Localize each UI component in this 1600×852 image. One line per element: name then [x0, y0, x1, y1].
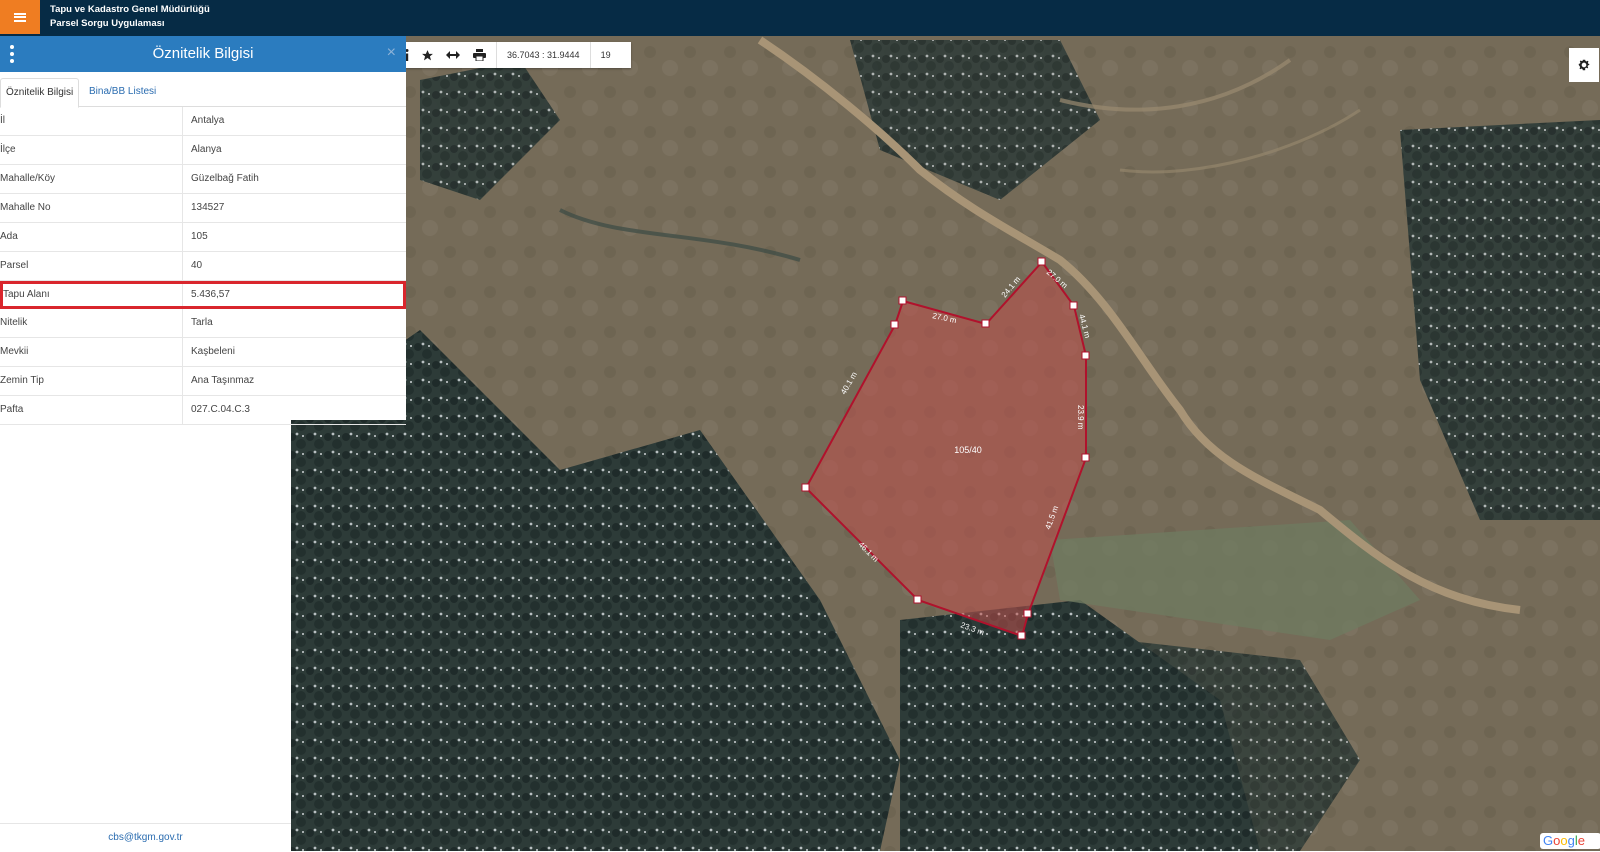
table-row: İl Antalya [0, 107, 406, 136]
row-key: Tapu Alanı [3, 289, 50, 300]
menu-button[interactable] [0, 0, 40, 34]
zoom-level: 19 [600, 50, 611, 60]
table-row: Mahalle/Köy Güzelbağ Fatih [0, 165, 406, 194]
table-row: Mahalle No 134527 [0, 194, 406, 223]
table-row: Pafta 027.C.04.C.3 [0, 396, 406, 425]
parcel-label: 105/40 [954, 445, 982, 455]
coordinate-readout: 36.7043 : 31.9444 [496, 42, 591, 68]
row-key: Mahalle/Köy [0, 173, 56, 184]
row-key: Nitelik [0, 317, 28, 328]
row-value: Ana Taşınmaz [182, 367, 254, 395]
panel-title: Öznitelik Bilgisi [152, 45, 254, 62]
row-value: 5.436,57 [182, 284, 230, 306]
print-button[interactable] [466, 42, 492, 68]
row-key: Mevkii [0, 346, 29, 357]
row-key: İlçe [0, 144, 16, 155]
row-value: 105 [182, 223, 208, 251]
row-key: Ada [0, 231, 18, 242]
row-key: Zemin Tip [0, 375, 44, 386]
edge-label: 23.9 m [1076, 405, 1085, 430]
gear-icon [1578, 59, 1590, 71]
table-row: İlçe Alanya [0, 136, 406, 165]
table-row: Mevkii Kaşbeleni [0, 338, 406, 367]
printer-icon [472, 49, 486, 61]
row-value: 027.C.04.C.3 [182, 396, 250, 424]
bookmark-button[interactable] [414, 42, 440, 68]
google-attribution: Google [1540, 833, 1600, 849]
row-key: İl [0, 115, 5, 126]
app-title-line2: Parsel Sorgu Uygulaması [50, 18, 165, 29]
hamburger-icon [14, 12, 26, 22]
row-value: Tarla [182, 309, 213, 337]
table-row: Nitelik Tarla [0, 309, 406, 338]
row-key: Parsel [0, 260, 29, 271]
row-value: Güzelbağ Fatih [182, 165, 259, 193]
settings-button[interactable] [1569, 48, 1599, 82]
app-title: Tapu ve Kadastro Genel Müdürlüğü Parsel … [50, 3, 210, 31]
table-row: Zemin Tip Ana Taşınmaz [0, 367, 406, 396]
panel-header: Öznitelik Bilgisi × [0, 36, 406, 72]
top-bar: Tapu ve Kadastro Genel Müdürlüğü Parsel … [0, 0, 1600, 36]
tab-building-list[interactable]: Bina/BB Listesi [84, 78, 161, 106]
table-row-highlighted: Tapu Alanı 5.436,57 [0, 281, 406, 309]
row-value: Antalya [182, 107, 224, 135]
close-icon[interactable]: × [387, 44, 396, 62]
row-value: 40 [182, 252, 202, 280]
app-title-line1: Tapu ve Kadastro Genel Müdürlüğü [50, 4, 210, 15]
panel-tabs: Öznitelik Bilgisi Bina/BB Listesi [0, 72, 406, 108]
contact-email-link[interactable]: cbs@tkgm.gov.tr [0, 823, 291, 852]
row-key: Mahalle No [0, 202, 51, 213]
row-value: 134527 [182, 194, 224, 222]
table-row: Parsel 40 [0, 252, 406, 281]
measure-button[interactable] [440, 42, 466, 68]
attribute-table: İl Antalya İlçe Alanya Mahalle/Köy Güzelbağ… [0, 107, 406, 425]
row-value: Alanya [182, 136, 222, 164]
table-row: Ada 105 [0, 223, 406, 252]
attribute-panel: Öznitelik Bilgisi × Öznitelik Bilgisi Bi… [0, 36, 406, 425]
edge-label: 40.1 m [839, 370, 859, 396]
map-toolbar: 36.7043 : 31.9444 19 [400, 42, 631, 68]
star-icon [421, 49, 433, 60]
measure-icon [446, 51, 460, 59]
tab-attribute-info[interactable]: Öznitelik Bilgisi [0, 78, 80, 108]
row-value: Kaşbeleni [182, 338, 235, 366]
row-key: Pafta [0, 404, 24, 415]
